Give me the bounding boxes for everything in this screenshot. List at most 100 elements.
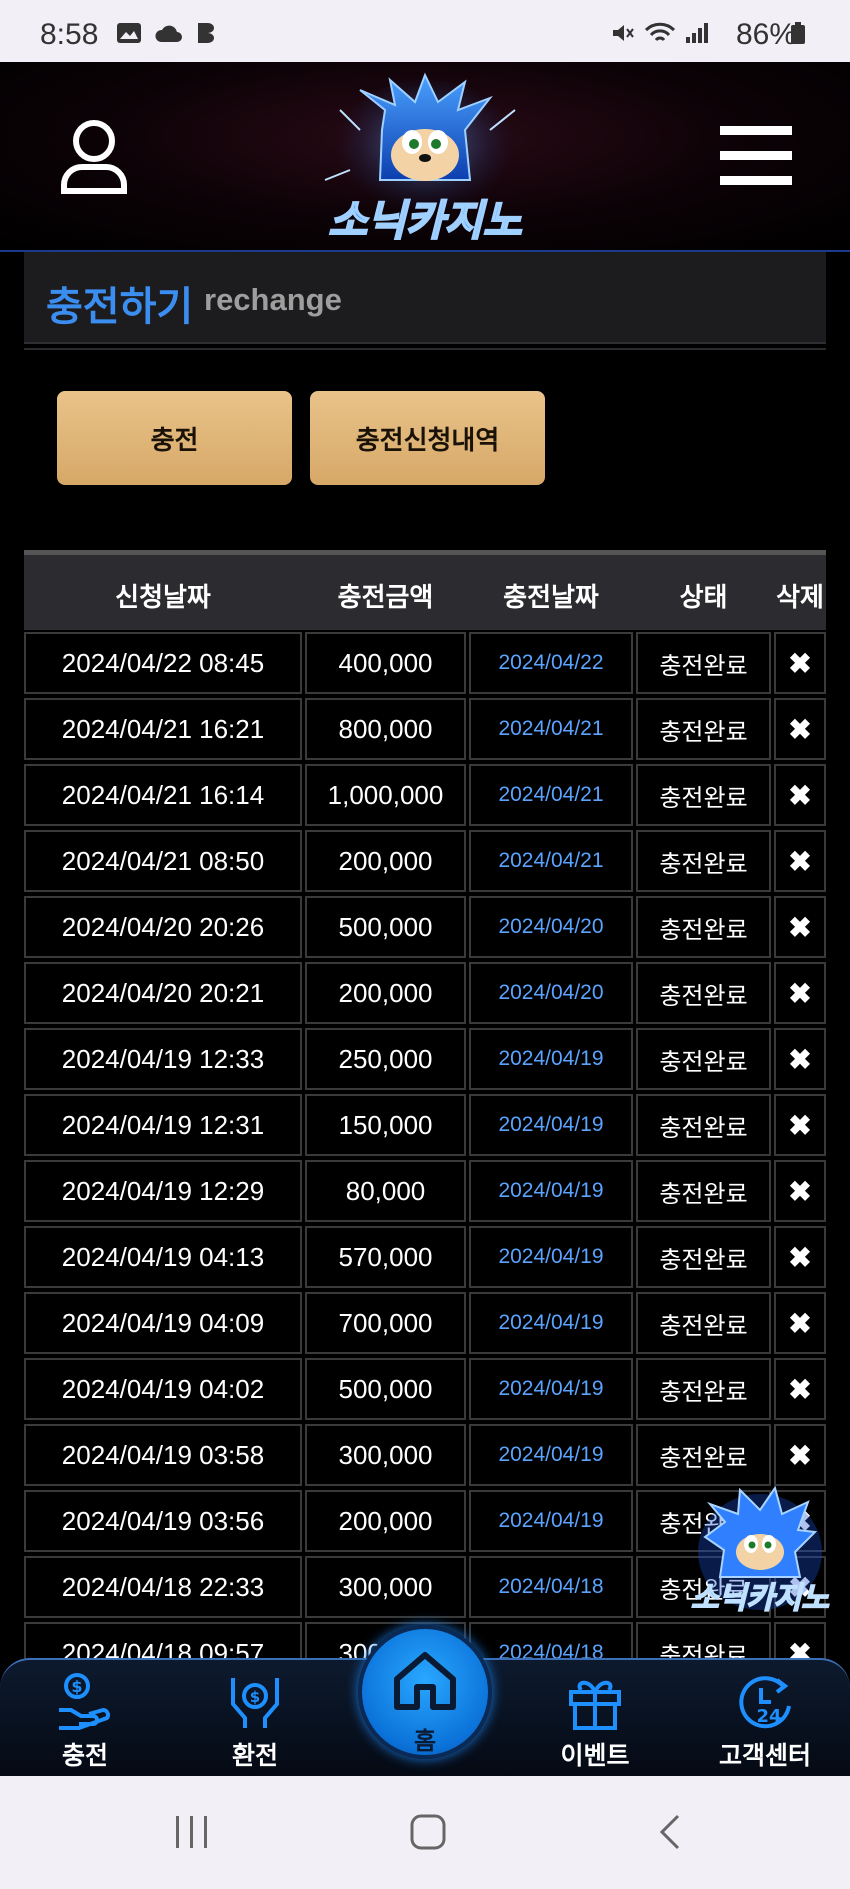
nav-exchange[interactable]: $ 환전 xyxy=(195,1660,315,1778)
charge-button[interactable]: 충전 xyxy=(57,391,292,485)
cell-charge-date: 2024/04/22 xyxy=(469,632,633,694)
divider xyxy=(24,348,826,350)
cell-amount: 150,000 xyxy=(305,1094,466,1156)
header-status: 상태 xyxy=(679,583,728,613)
header-delete: 삭제 xyxy=(776,583,824,613)
cell-status: 충전완료 xyxy=(636,1424,771,1486)
table-row: 2024/04/20 20:26 500,000 2024/04/20 충전완료 ✖ xyxy=(24,894,826,960)
delete-icon[interactable]: ✖ xyxy=(774,1226,826,1288)
table-row: 2024/04/19 12:31 150,000 2024/04/19 충전완료 ✖ xyxy=(24,1092,826,1158)
delete-icon[interactable]: ✖ xyxy=(774,764,826,826)
delete-icon[interactable]: ✖ xyxy=(774,1094,826,1156)
cell-requested-date: 2024/04/21 08:50 xyxy=(24,830,302,892)
cell-requested-date: 2024/04/19 04:02 xyxy=(24,1358,302,1420)
floating-mascot[interactable]: 소닉카지노 xyxy=(690,1482,830,1622)
cell-requested-date: 2024/04/19 03:56 xyxy=(24,1490,302,1552)
battery-percent: 86% xyxy=(735,18,796,51)
b-app-icon xyxy=(198,23,214,43)
cell-status: 충전완료 xyxy=(636,830,771,892)
cell-charge-date: 2024/04/19 xyxy=(469,1424,633,1486)
system-nav-bar xyxy=(0,1776,850,1889)
cell-charge-date: 2024/04/19 xyxy=(469,1094,633,1156)
gallery-icon xyxy=(117,23,141,43)
nav-home[interactable]: 홈 xyxy=(358,1625,492,1759)
page-title-bar: 충전하기 rechange xyxy=(24,252,826,344)
table-row: 2024/04/19 04:09 700,000 2024/04/19 충전완료 ✖ xyxy=(24,1290,826,1356)
table-row: 2024/04/19 03:58 300,000 2024/04/19 충전완료 ✖ xyxy=(24,1422,826,1488)
table-row: 2024/04/21 16:14 1,000,000 2024/04/21 충전완료 ✖ xyxy=(24,762,826,828)
table-row: 2024/04/19 12:29 80,000 2024/04/19 충전완료 ✖ xyxy=(24,1158,826,1224)
cell-status: 충전완료 xyxy=(636,1160,771,1222)
delete-icon[interactable]: ✖ xyxy=(774,962,826,1024)
recent-apps-icon[interactable] xyxy=(172,1812,212,1852)
header-amount: 충전금액 xyxy=(337,583,434,613)
logo-text: 소닉카지노 xyxy=(328,196,522,245)
cell-requested-date: 2024/04/19 03:58 xyxy=(24,1424,302,1486)
table-row: 2024/04/19 12:33 250,000 2024/04/19 충전완료 ✖ xyxy=(24,1026,826,1092)
cell-charge-date: 2024/04/19 xyxy=(469,1292,633,1354)
delete-icon[interactable]: ✖ xyxy=(774,1424,826,1486)
cell-amount: 200,000 xyxy=(305,1490,466,1552)
nav-event[interactable]: 이벤트 xyxy=(535,1660,655,1778)
delete-icon[interactable]: ✖ xyxy=(774,1028,826,1090)
cell-charge-date: 2024/04/18 xyxy=(469,1556,633,1618)
charge-icon: $ xyxy=(59,1673,110,1730)
cell-requested-date: 2024/04/21 16:21 xyxy=(24,698,302,760)
delete-icon[interactable]: ✖ xyxy=(774,1292,826,1354)
cell-amount: 200,000 xyxy=(305,830,466,892)
cell-requested-date: 2024/04/19 12:29 xyxy=(24,1160,302,1222)
cell-status: 충전완료 xyxy=(636,1292,771,1354)
cell-status: 충전완료 xyxy=(636,764,771,826)
cloud-icon xyxy=(155,25,182,42)
delete-icon[interactable]: ✖ xyxy=(774,1358,826,1420)
delete-icon[interactable]: ✖ xyxy=(774,830,826,892)
sonic-casino-logo[interactable]: 소닉카지노 xyxy=(300,70,550,250)
nav-event-label: 이벤트 xyxy=(560,1741,630,1770)
gift-icon xyxy=(569,1680,621,1730)
cell-amount: 570,000 xyxy=(305,1226,466,1288)
cell-charge-date: 2024/04/21 xyxy=(469,764,633,826)
cell-status: 충전완료 xyxy=(636,1358,771,1420)
page-title: 충전하기 xyxy=(46,284,194,330)
nav-charge[interactable]: $ 충전 xyxy=(25,1660,145,1778)
cell-requested-date: 2024/04/22 08:45 xyxy=(24,632,302,694)
header-requested-date: 신청날짜 xyxy=(115,583,211,613)
cell-requested-date: 2024/04/20 20:21 xyxy=(24,962,302,1024)
cell-requested-date: 2024/04/19 12:33 xyxy=(24,1028,302,1090)
table-row: 2024/04/22 08:45 400,000 2024/04/22 충전완료 ✖ xyxy=(24,630,826,696)
cell-charge-date: 2024/04/19 xyxy=(469,1358,633,1420)
cell-requested-date: 2024/04/18 22:33 xyxy=(24,1556,302,1618)
delete-icon[interactable]: ✖ xyxy=(774,632,826,694)
delete-icon[interactable]: ✖ xyxy=(774,896,826,958)
svg-text:$: $ xyxy=(250,1688,260,1706)
delete-icon[interactable]: ✖ xyxy=(774,698,826,760)
charge-history-button[interactable]: 충전신청내역 xyxy=(310,391,545,485)
home-system-icon[interactable] xyxy=(408,1812,448,1852)
nav-support[interactable]: 24 고객센터 xyxy=(705,1660,825,1778)
cell-charge-date: 2024/04/19 xyxy=(469,1160,633,1222)
cell-amount: 1,000,000 xyxy=(305,764,466,826)
exchange-icon: $ xyxy=(231,1678,279,1728)
user-icon[interactable] xyxy=(58,117,130,197)
home-icon xyxy=(394,1652,456,1710)
cell-amount: 500,000 xyxy=(305,1358,466,1420)
signal-icon xyxy=(686,23,708,43)
cell-status: 충전완료 xyxy=(636,1226,771,1288)
cell-charge-date: 2024/04/21 xyxy=(469,830,633,892)
cell-requested-date: 2024/04/19 12:31 xyxy=(24,1094,302,1156)
cell-status: 충전완료 xyxy=(636,962,771,1024)
floating-logo-text: 소닉카지노 xyxy=(691,1581,829,1616)
cell-status: 충전완료 xyxy=(636,1028,771,1090)
cell-amount: 300,000 xyxy=(305,1424,466,1486)
cell-requested-date: 2024/04/19 04:13 xyxy=(24,1226,302,1288)
cell-charge-date: 2024/04/21 xyxy=(469,698,633,760)
cell-charge-date: 2024/04/20 xyxy=(469,962,633,1024)
cell-status: 충전완료 xyxy=(636,632,771,694)
hamburger-menu-icon[interactable] xyxy=(720,124,792,188)
cell-amount: 800,000 xyxy=(305,698,466,760)
delete-icon[interactable]: ✖ xyxy=(774,1160,826,1222)
cell-status: 충전완료 xyxy=(636,1094,771,1156)
cell-requested-date: 2024/04/19 04:09 xyxy=(24,1292,302,1354)
wifi-icon xyxy=(644,22,676,42)
back-icon[interactable] xyxy=(650,1812,690,1852)
